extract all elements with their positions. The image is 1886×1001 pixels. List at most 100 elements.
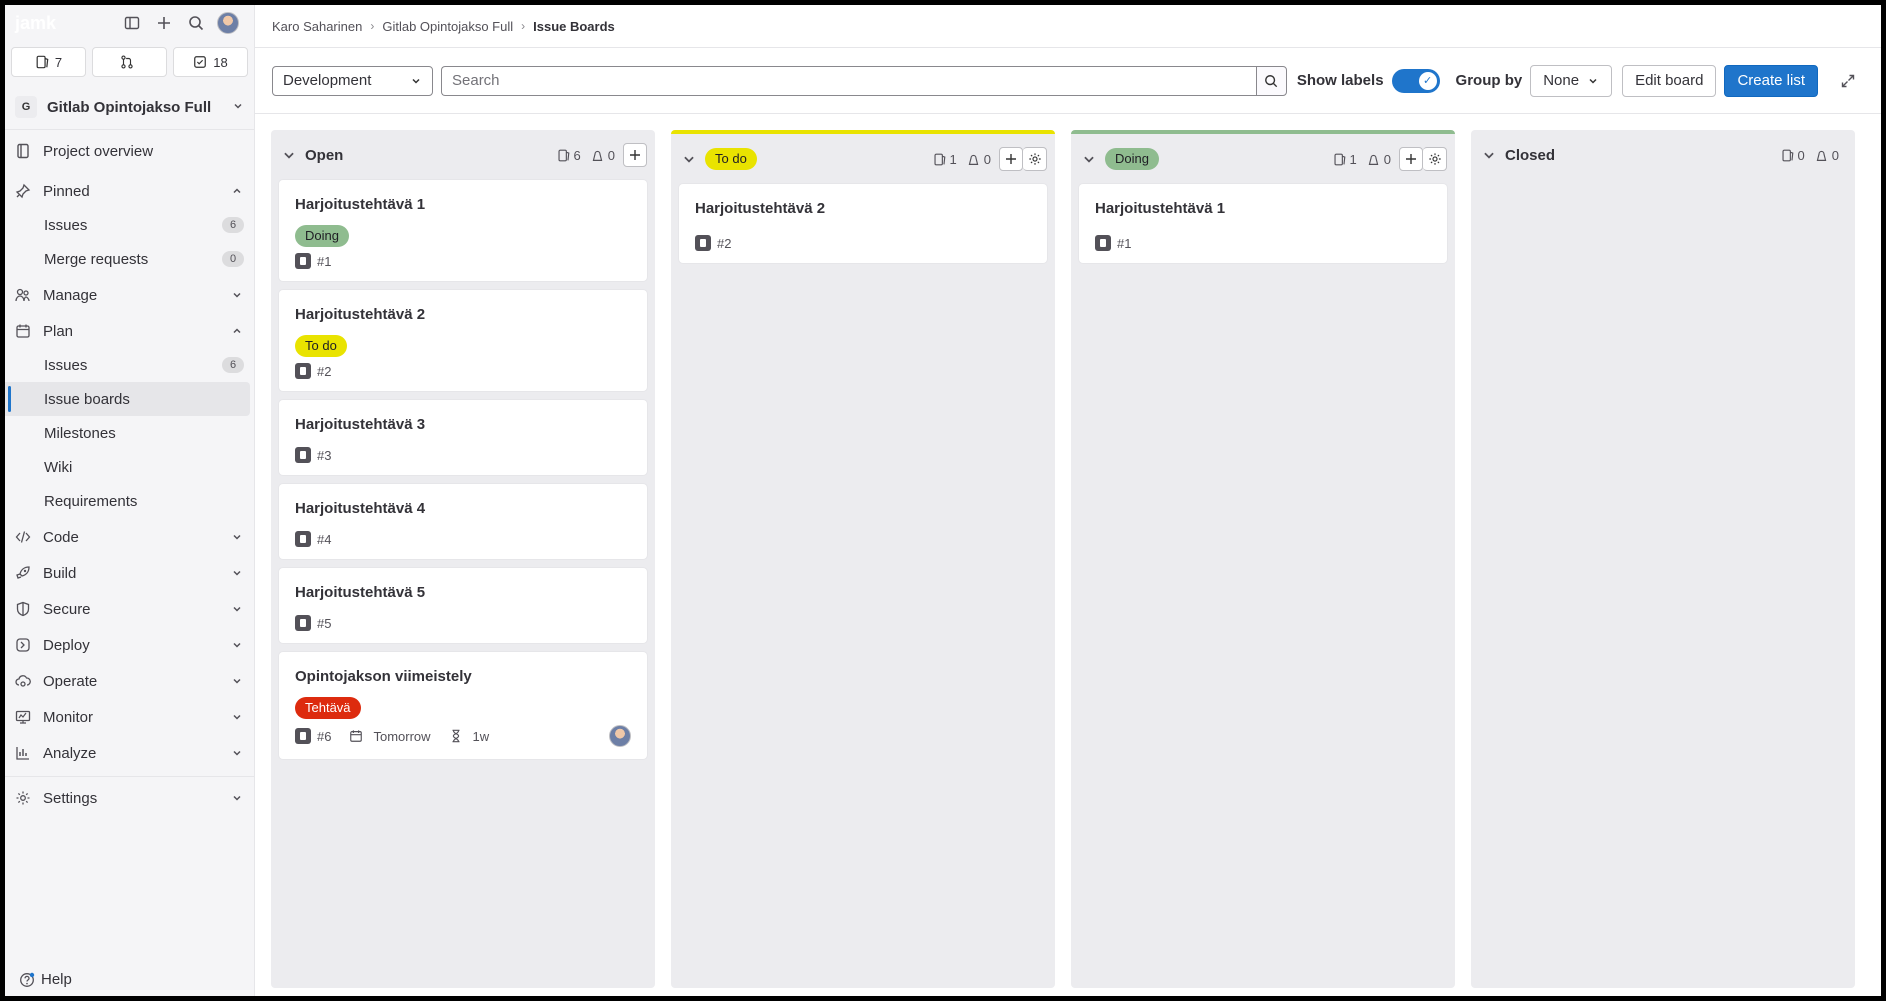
issue-icon xyxy=(295,253,311,269)
show-labels-toggle[interactable]: ✓ xyxy=(1391,68,1440,93)
nav-plan-issue-boards[interactable]: Issue boards xyxy=(5,382,250,416)
issue-card[interactable]: Harjoitustehtävä 3 #3 xyxy=(279,400,647,475)
chevron-down-icon[interactable] xyxy=(1081,151,1097,167)
nav-settings[interactable]: Settings xyxy=(5,781,254,815)
project-switcher[interactable]: G Gitlab Opintojakso Full xyxy=(5,89,254,125)
label-todo[interactable]: To do xyxy=(295,335,347,357)
issue-icon xyxy=(695,235,711,251)
chevron-down-icon[interactable] xyxy=(1481,147,1497,163)
list-header: Open 6 0 xyxy=(271,130,655,180)
todos-counter[interactable]: 18 xyxy=(173,47,248,77)
label-tehtava[interactable]: Tehtävä xyxy=(295,697,361,719)
new-issue-button[interactable] xyxy=(623,143,647,167)
nav-manage[interactable]: Manage xyxy=(5,278,254,312)
plus-icon[interactable] xyxy=(148,9,180,37)
chevron-down-icon[interactable] xyxy=(281,147,297,163)
nav-plan[interactable]: Plan xyxy=(5,314,254,348)
nav-deploy[interactable]: Deploy xyxy=(5,628,254,662)
group-by-dropdown[interactable]: None xyxy=(1530,64,1613,97)
card-title[interactable]: Harjoitustehtävä 1 xyxy=(295,196,631,213)
due-date[interactable]: Tomorrow xyxy=(373,729,430,744)
nav-build[interactable]: Build xyxy=(5,556,254,590)
list-title-label[interactable]: Doing xyxy=(1105,148,1159,170)
jamk-logo[interactable]: jamk xyxy=(15,13,116,34)
main-content: Karo Saharinen › Gitlab Opintojakso Full… xyxy=(255,5,1881,996)
issue-card[interactable]: Harjoitustehtävä 2 To do #2 xyxy=(279,290,647,391)
board-switcher[interactable]: Development xyxy=(272,65,433,96)
nav-monitor[interactable]: Monitor xyxy=(5,700,254,734)
card-title[interactable]: Opintojakson viimeistely xyxy=(295,668,631,685)
search-icon xyxy=(1265,74,1278,87)
app-window: jamk 7 18 G Gitlab Opintojakso Full Proj… xyxy=(5,5,1881,996)
user-avatar-button[interactable] xyxy=(212,9,244,37)
card-title[interactable]: Harjoitustehtävä 3 xyxy=(295,416,631,433)
edit-board-button[interactable]: Edit board xyxy=(1622,64,1717,97)
count-value: 0 xyxy=(1797,147,1805,163)
assigned-issues-counter[interactable]: 7 xyxy=(11,47,86,77)
chevron-down-icon xyxy=(230,710,244,724)
breadcrumb-user[interactable]: Karo Saharinen xyxy=(272,19,362,34)
show-labels-label: Show labels xyxy=(1296,72,1384,89)
avatar xyxy=(217,12,239,34)
label-doing[interactable]: Doing xyxy=(295,225,349,247)
nav-pinned-merge-requests[interactable]: Merge requests 0 xyxy=(5,242,254,276)
chevron-down-icon xyxy=(230,791,244,805)
fullscreen-icon[interactable] xyxy=(1832,65,1864,97)
issue-card[interactable]: Harjoitustehtävä 5 #5 xyxy=(279,568,647,643)
nav-code[interactable]: Code xyxy=(5,520,254,554)
breadcrumb-project[interactable]: Gitlab Opintojakso Full xyxy=(382,19,513,34)
card-title[interactable]: Harjoitustehtävä 2 xyxy=(295,306,631,323)
divider xyxy=(5,129,254,130)
board-list-todo: To do 1 0 Harjoitustehtävä 2 #2 xyxy=(671,130,1055,988)
time-estimate[interactable]: 1w xyxy=(473,729,490,744)
card-title[interactable]: Harjoitustehtävä 1 xyxy=(1095,200,1431,217)
card-title[interactable]: Harjoitustehtävä 2 xyxy=(695,200,1031,217)
nav-operate[interactable]: Operate xyxy=(5,664,254,698)
weight-count: 0 xyxy=(967,152,991,167)
toggle-sidebar-icon[interactable] xyxy=(116,9,148,37)
search-input[interactable] xyxy=(441,65,1256,96)
nav-project-overview[interactable]: Project overview xyxy=(5,134,254,168)
board: Open 6 0 Harjoitustehtävä 1 Doing #1 Har… xyxy=(255,114,1881,996)
nav-plan-milestones[interactable]: Milestones xyxy=(5,416,254,450)
nav-analyze[interactable]: Analyze xyxy=(5,736,254,770)
weight-icon xyxy=(968,154,979,165)
nav-plan-issues[interactable]: Issues 6 xyxy=(5,348,254,382)
weight-icon xyxy=(592,150,603,161)
list-counts: 1 0 xyxy=(1333,152,1391,167)
chevron-down-icon[interactable] xyxy=(681,151,697,167)
issue-card[interactable]: Harjoitustehtävä 1 #1 xyxy=(1079,184,1447,263)
breadcrumb-current[interactable]: Issue Boards xyxy=(533,19,615,34)
issue-count: 6 xyxy=(557,148,581,163)
merge-requests-counter[interactable] xyxy=(92,47,167,77)
create-list-button[interactable]: Create list xyxy=(1724,64,1818,97)
new-issue-button[interactable] xyxy=(999,147,1023,171)
issue-card[interactable]: Harjoitustehtävä 4 #4 xyxy=(279,484,647,559)
project-icon xyxy=(15,143,31,159)
nav-secure[interactable]: Secure xyxy=(5,592,254,626)
nav-plan-requirements[interactable]: Requirements xyxy=(5,484,254,518)
issue-icon xyxy=(295,531,311,547)
search-button[interactable] xyxy=(1255,65,1287,96)
list-settings-button[interactable] xyxy=(1423,147,1447,171)
issue-icon xyxy=(295,615,311,631)
nav-plan-wiki[interactable]: Wiki xyxy=(5,450,254,484)
help-button[interactable]: Help xyxy=(19,971,72,988)
card-title[interactable]: Harjoitustehtävä 5 xyxy=(295,584,631,601)
nav-pinned[interactable]: Pinned xyxy=(5,174,254,208)
nav-pinned-issues[interactable]: Issues 6 xyxy=(5,208,254,242)
card-title[interactable]: Harjoitustehtävä 4 xyxy=(295,500,631,517)
new-issue-button[interactable] xyxy=(1399,147,1423,171)
issue-card[interactable]: Harjoitustehtävä 2 #2 xyxy=(679,184,1047,263)
search-icon[interactable] xyxy=(180,9,212,37)
chevron-right-icon: › xyxy=(370,19,375,33)
assignee-avatar[interactable] xyxy=(609,725,631,747)
issue-ref: #3 xyxy=(317,447,332,463)
issue-card[interactable]: Opintojakson viimeistely Tehtävä #6 Tomo… xyxy=(279,652,647,759)
nav-label: Operate xyxy=(43,672,98,690)
list-settings-button[interactable] xyxy=(1023,147,1047,171)
weight-icon xyxy=(1816,150,1827,161)
issue-card[interactable]: Harjoitustehtävä 1 Doing #1 xyxy=(279,180,647,281)
list-title-label[interactable]: To do xyxy=(705,148,757,170)
calendar-icon xyxy=(15,323,31,339)
